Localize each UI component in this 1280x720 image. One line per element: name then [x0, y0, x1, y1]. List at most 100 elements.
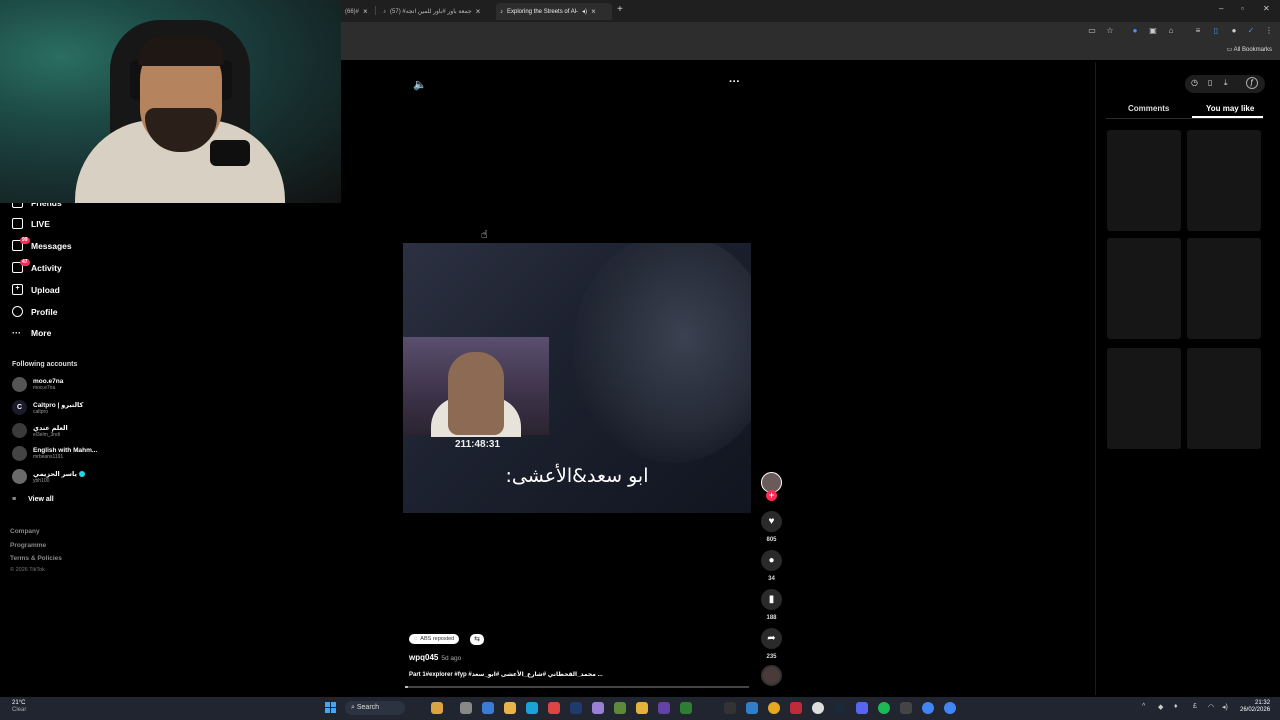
avatar: [12, 423, 27, 438]
chevron-up-icon[interactable]: ^: [1142, 703, 1145, 710]
app-icon[interactable]: [790, 702, 802, 714]
like-button[interactable]: ♥: [761, 511, 782, 532]
comment-button[interactable]: ●: [761, 550, 782, 571]
app-icon[interactable]: [614, 702, 626, 714]
sidebar-item-profile[interactable]: Profile: [12, 306, 57, 317]
minimize-button[interactable]: –: [1219, 4, 1223, 13]
chrome-icon[interactable]: [768, 702, 780, 714]
following-accounts-title: Following accounts: [12, 361, 78, 368]
windows-logo-pane: [325, 702, 330, 707]
app-icon[interactable]: [746, 702, 758, 714]
repost-button[interactable]: ⇆: [470, 634, 484, 645]
chrome-icon[interactable]: [944, 702, 956, 714]
timer-icon[interactable]: ◷: [1191, 78, 1198, 87]
app-icon[interactable]: [724, 702, 736, 714]
app-icon[interactable]: [658, 702, 670, 714]
suggested-video-thumbnail[interactable]: [1187, 348, 1261, 449]
follow-plus-button[interactable]: +: [766, 490, 777, 501]
extension-icon[interactable]: ▣: [1148, 26, 1158, 36]
following-account[interactable]: ياسر الحزيمي ybh100: [12, 469, 85, 484]
suggested-video-thumbnail[interactable]: [1107, 238, 1181, 339]
steam-icon[interactable]: [834, 702, 846, 714]
view-all-button[interactable]: ≡ View all: [12, 496, 54, 503]
app-icon[interactable]: [548, 702, 560, 714]
following-account[interactable]: moo.e7na moo.e7na: [12, 377, 63, 392]
all-bookmarks-button[interactable]: ▭ All Bookmarks: [1227, 46, 1272, 53]
suggested-video-thumbnail[interactable]: [1107, 348, 1181, 449]
footer-link-company[interactable]: Company: [10, 528, 40, 535]
following-account[interactable]: C Caltpro | كالتبرو caltpro: [12, 400, 83, 415]
edge-icon[interactable]: [526, 702, 538, 714]
file-explorer-icon[interactable]: [431, 702, 443, 714]
more-options-icon[interactable]: ···: [729, 76, 740, 88]
author-username[interactable]: wpq045: [409, 653, 438, 662]
video-player[interactable]: 211:48:31 ابو سعد&الأعشى:: [403, 243, 751, 513]
video-progress-bar[interactable]: [405, 686, 749, 688]
app-icon[interactable]: [482, 702, 494, 714]
sidebar-icon[interactable]: ▯: [1211, 26, 1221, 36]
window-close-button[interactable]: ✕: [1263, 4, 1270, 13]
new-tab-button[interactable]: +: [617, 4, 623, 15]
following-account[interactable]: العلم عندي el3elm_3ndi: [12, 423, 68, 438]
account-name: ياسر الحزيمي: [33, 470, 77, 478]
microphone-icon[interactable]: ♦: [1174, 703, 1178, 710]
save-button[interactable]: ▮: [761, 589, 782, 610]
download-icon[interactable]: ⤓: [1224, 78, 1228, 88]
extension-icon[interactable]: ⌂: [1166, 26, 1176, 36]
speaker-icon[interactable]: ◂): [582, 8, 587, 15]
taskbar-search[interactable]: ⌕ Search: [345, 701, 405, 715]
bookmark-star-icon[interactable]: ☆: [1105, 26, 1115, 36]
suggested-video-thumbnail[interactable]: [1107, 130, 1181, 231]
volume-tray-icon[interactable]: ◂): [1222, 703, 1228, 711]
suggested-video-thumbnail[interactable]: [1187, 238, 1261, 339]
close-icon[interactable]: ×: [591, 7, 596, 16]
sidebar-item-upload[interactable]: + Upload: [12, 284, 60, 295]
taskbar-clock[interactable]: 21:32 26/02/2026: [1240, 700, 1270, 714]
app-icon[interactable]: [680, 702, 692, 714]
tab-you-may-like[interactable]: You may like: [1206, 104, 1254, 113]
extension-icon[interactable]: ✓: [1246, 26, 1256, 36]
following-account[interactable]: English with Mahm... mrbeans1191: [12, 446, 97, 461]
sidebar-item-live[interactable]: LIVE: [12, 218, 50, 229]
volume-icon[interactable]: 🔈: [413, 78, 427, 91]
start-button[interactable]: [325, 702, 337, 714]
suggested-video-thumbnail[interactable]: [1187, 130, 1261, 231]
app-icon[interactable]: [592, 702, 604, 714]
footer-link-terms[interactable]: Terms & Policies: [10, 555, 62, 562]
weather-widget[interactable]: 21°C Clear: [12, 700, 26, 714]
device-icon[interactable]: ▯: [1208, 78, 1212, 87]
footer-link-programme[interactable]: Programme: [10, 542, 46, 549]
tab-comments[interactable]: Comments: [1128, 104, 1169, 113]
folder-icon[interactable]: [504, 702, 516, 714]
maximize-button[interactable]: ▫: [1241, 4, 1244, 13]
extension-icon[interactable]: ●: [1130, 26, 1140, 36]
browser-tab[interactable]: (66)# ×: [341, 3, 372, 20]
spotify-icon[interactable]: [878, 702, 890, 714]
chrome-icon[interactable]: [812, 702, 824, 714]
close-icon[interactable]: ×: [363, 7, 368, 16]
sidebar-item-activity[interactable]: 47 Activity: [12, 259, 62, 273]
chrome-icon[interactable]: [922, 702, 934, 714]
close-icon[interactable]: ×: [476, 7, 481, 16]
sidebar-item-more[interactable]: ··· More: [12, 328, 51, 338]
extension-icon[interactable]: ≡: [1193, 26, 1203, 36]
browser-tab-active[interactable]: ♪ Exploring the Streets of Al- ◂) ×: [496, 3, 612, 20]
cast-icon[interactable]: ▭: [1087, 26, 1097, 36]
browser-tab[interactable]: ♪ جمعة باور #باور للمين اتجه# (57) ×: [379, 3, 484, 20]
language-icon[interactable]: £: [1193, 703, 1197, 710]
app-icon[interactable]: [460, 702, 472, 714]
sidebar-item-messages[interactable]: 99 Messages: [12, 237, 72, 251]
app-icon[interactable]: [636, 702, 648, 714]
app-icon[interactable]: [900, 702, 912, 714]
tray-app-icon[interactable]: ◆: [1158, 703, 1163, 711]
menu-icon[interactable]: ⋮: [1264, 26, 1274, 36]
music-disc-icon[interactable]: [761, 665, 782, 686]
discord-icon[interactable]: [856, 702, 868, 714]
photoshop-icon[interactable]: [570, 702, 582, 714]
video-author[interactable]: wpq045 5d ago: [409, 653, 461, 662]
profile-avatar-icon[interactable]: ●: [1229, 26, 1239, 36]
share-button[interactable]: ➦: [761, 628, 782, 649]
omnibox[interactable]: [345, 25, 1080, 39]
settings-icon[interactable]: ƒ: [1246, 77, 1258, 89]
wifi-icon[interactable]: ◠: [1208, 703, 1214, 711]
